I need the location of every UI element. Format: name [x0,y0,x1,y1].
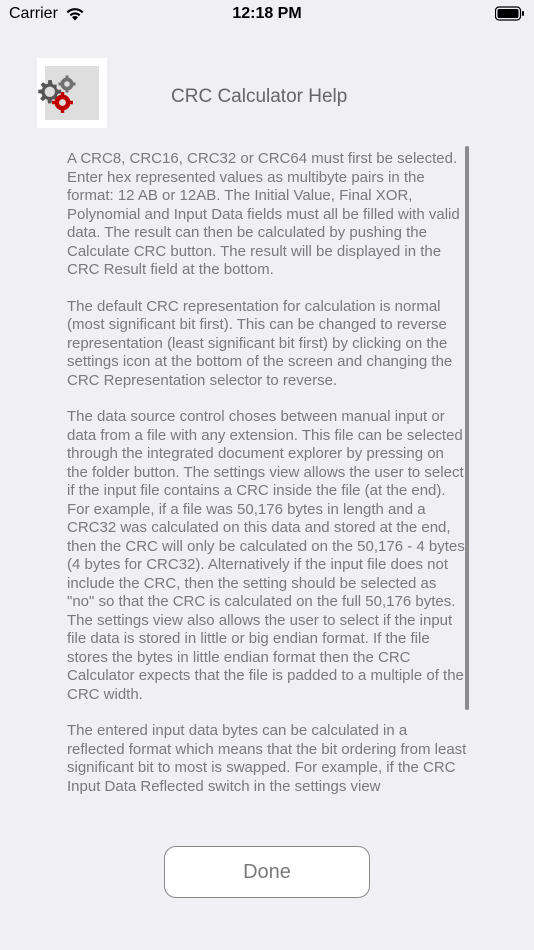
page-title: CRC Calculator Help [171,86,348,107]
battery-icon [494,6,525,26]
scroll-indicator[interactable] [465,146,469,710]
help-paragraph-2: The default CRC representation for calcu… [67,297,453,389]
help-paragraph-4: The entered input data bytes can be calc… [67,722,467,795]
help-paragraph-1: A CRC8, CRC16, CRC32 or CRC64 must first… [67,150,460,278]
help-paragraph-3: The data source control choses between m… [67,408,465,703]
app-logo [37,58,107,128]
status-bar: Carrier 12:18 PM [0,0,534,28]
help-text-view[interactable]: A CRC8, CRC16, CRC32 or CRC64 must first… [67,150,467,808]
help-text: A CRC8, CRC16, CRC32 or CRC64 must first… [67,150,467,796]
clock: 12:18 PM [232,5,302,22]
gears-icon [38,66,99,120]
done-button[interactable]: Done [164,846,370,898]
